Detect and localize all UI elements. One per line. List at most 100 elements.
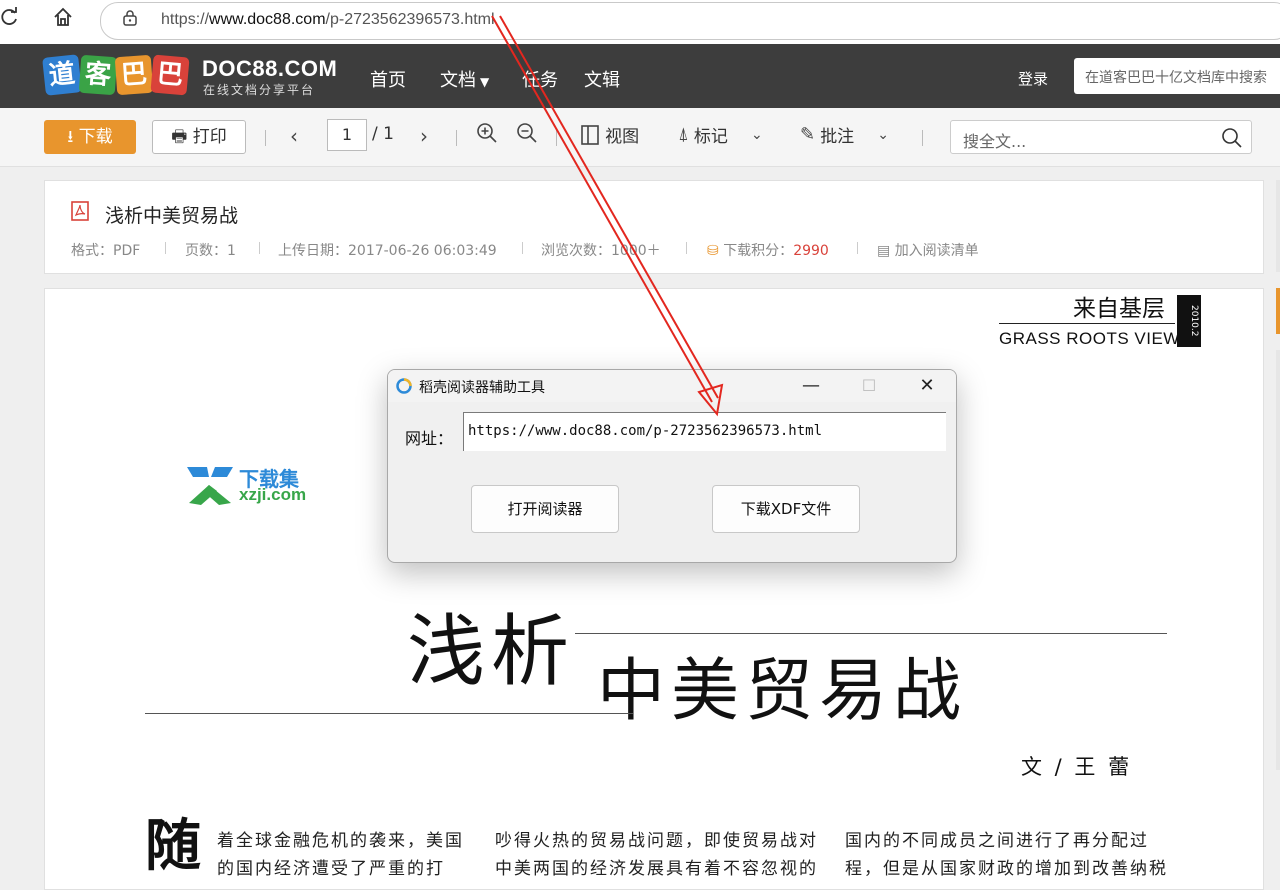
close-icon[interactable]: ✕ — [904, 372, 950, 400]
download-label: 下载 — [78, 127, 113, 147]
headline-part-1: 浅析 — [407, 607, 576, 697]
coins-icon: ⛁ — [707, 243, 719, 259]
body-text-line: 吵得火热的贸易战问题，即使贸易战对 — [495, 831, 818, 851]
pen-icon: ✎ — [800, 124, 816, 145]
add-to-reading-list[interactable]: ▤ 加入阅读清单 — [877, 240, 979, 260]
body-text-line: 的国内经济遭受了严重的打 — [217, 859, 445, 879]
points-label: 下载积分： — [723, 243, 794, 259]
print-button[interactable]: 🖶 打印 — [152, 120, 246, 154]
add-to-reading-list-label: 加入阅读清单 — [894, 243, 979, 259]
upload-date-info: 上传日期：2017-06-26 06:03:49 — [278, 243, 497, 259]
divider — [456, 130, 457, 146]
printer-icon: 🖶 — [171, 127, 188, 147]
minimize-icon[interactable]: — — [788, 372, 834, 400]
divider — [522, 242, 523, 254]
logo-tile: 巴 — [114, 54, 154, 96]
url-text: https://www.doc88.com/p-2723562396573.ht… — [161, 11, 495, 28]
search-icon[interactable] — [1221, 127, 1243, 149]
download-xdf-button[interactable]: 下载XDF文件 — [712, 485, 860, 533]
dialog-title: 稻壳阅读器辅助工具 — [419, 380, 545, 396]
chevron-down-icon: ⌄ — [877, 126, 890, 143]
url-label: 网址： — [405, 429, 454, 448]
app-icon — [396, 378, 412, 394]
logo-tile: 巴 — [150, 54, 190, 96]
print-label: 打印 — [192, 127, 227, 147]
logo-tile: 道 — [42, 54, 82, 96]
home-icon[interactable] — [48, 6, 78, 36]
page-view-icon — [581, 124, 599, 145]
nav-documents[interactable]: 文档 ▼ — [440, 66, 489, 92]
column-subtitle: GRASS ROOTS VIEWS — [999, 329, 1192, 348]
nav-tasks[interactable]: 任务 — [522, 66, 558, 92]
divider — [265, 130, 266, 146]
view-label: 视图 — [605, 127, 640, 147]
side-panel-edge — [1276, 180, 1280, 272]
open-reader-button[interactable]: 打开阅读器 — [471, 485, 619, 533]
headline-part-2: 中美贸易战 — [597, 652, 968, 731]
url-field-value: https://www.doc88.com/p-2723562396573.ht… — [468, 423, 823, 439]
format-info: 格式：PDF — [71, 243, 141, 259]
divider — [922, 130, 923, 146]
maximize-icon: ☐ — [861, 376, 877, 395]
clipboard-icon: ▤ — [877, 243, 891, 259]
column-title: 来自基层 — [1073, 296, 1165, 322]
document-title: 浅析中美贸易战 — [105, 205, 239, 227]
fulltext-search-input[interactable]: 搜全文... — [950, 120, 1252, 154]
document-toolbar: ⭳ 下载 🖶 打印 ‹ 1 / 1 › 视图 ⍋ 标记 ⌄ ✎ 批注 ⌄ 搜全文… — [0, 108, 1280, 167]
logo-tile: 客 — [78, 54, 118, 96]
nav-documents-label: 文档 — [440, 70, 476, 91]
points-value: 2990 — [793, 243, 829, 259]
zoom-in-icon[interactable] — [476, 122, 498, 149]
mark-label: 标记 — [693, 127, 728, 147]
view-menu[interactable]: 视图 — [580, 122, 639, 147]
download-points-info: ⛁ 下载积分：2990 — [707, 240, 829, 260]
page-count-info: 页数：1 — [185, 243, 236, 259]
side-panel-tab[interactable] — [1276, 288, 1280, 334]
headline-rule — [575, 633, 1167, 634]
download-button[interactable]: ⭳ 下载 — [44, 120, 136, 154]
xzji-logo-icon — [187, 467, 233, 505]
site-header: 道 客 巴 巴 DOC88.COM 在线文档分享平台 首页 文档 ▼ 任务 文辑 … — [0, 44, 1280, 108]
drop-cap: 随 — [145, 814, 201, 879]
download-icon: ⭳ — [67, 127, 74, 147]
login-link[interactable]: 登录 — [1018, 68, 1048, 89]
divider — [165, 242, 166, 254]
divider — [857, 242, 858, 254]
nav-home[interactable]: 首页 — [370, 66, 406, 92]
nav-collections[interactable]: 文辑 — [584, 66, 620, 92]
divider — [259, 242, 260, 254]
site-search-input[interactable]: 在道客巴巴十亿文档库中搜索 — [1074, 58, 1280, 94]
mark-menu[interactable]: ⍋ 标记 ⌄ — [678, 122, 763, 147]
watermark-domain: xzji.com — [239, 485, 307, 504]
column-rule — [999, 323, 1175, 324]
caret-down-icon: ▼ — [480, 75, 490, 89]
headline-rule — [145, 713, 633, 714]
highlighter-icon: ⍋ — [678, 124, 689, 145]
document-info-card: 浅析中美贸易战 格式：PDF 页数：1 上传日期：2017-06-26 06:0… — [44, 180, 1264, 274]
body-text-line: 程，但是从国家财政的增加到改善纳税 — [845, 859, 1168, 879]
dialog-titlebar[interactable]: 稻壳阅读器辅助工具 — ☐ ✕ — [388, 370, 956, 402]
browser-toolbar: https://www.doc88.com/p-2723562396573.ht… — [0, 0, 1280, 45]
logo-text: DOC88.COM — [202, 56, 338, 81]
issue-number: 2010.2 — [1189, 305, 1199, 337]
page-total: / 1 — [372, 124, 394, 144]
zoom-out-icon[interactable] — [516, 122, 538, 149]
author-line: 文 / 王 蕾 — [1021, 755, 1133, 779]
side-panel-edge — [1276, 350, 1280, 770]
address-bar[interactable]: https://www.doc88.com/p-2723562396573.ht… — [100, 2, 1280, 40]
prev-page-icon[interactable]: ‹ — [290, 124, 298, 148]
annotate-label: 批注 — [820, 127, 855, 147]
next-page-icon[interactable]: › — [420, 124, 428, 148]
fulltext-search-placeholder: 搜全文... — [963, 132, 1027, 151]
lock-icon[interactable] — [123, 10, 137, 26]
annotate-menu[interactable]: ✎ 批注 ⌄ — [800, 122, 889, 147]
site-search-placeholder: 在道客巴巴十亿文档库中搜索 — [1085, 70, 1267, 86]
body-text-line: 国内的不同成员之间进行了再分配过 — [845, 831, 1149, 851]
reload-icon[interactable] — [0, 6, 24, 36]
url-field[interactable]: https://www.doc88.com/p-2723562396573.ht… — [463, 412, 946, 451]
divider — [686, 242, 687, 254]
issue-tag: 2010.2 — [1177, 295, 1201, 347]
pdf-file-icon — [71, 201, 89, 221]
page-number-input[interactable]: 1 — [327, 119, 367, 151]
body-text-line: 着全球金融危机的袭来，美国 — [217, 831, 464, 851]
